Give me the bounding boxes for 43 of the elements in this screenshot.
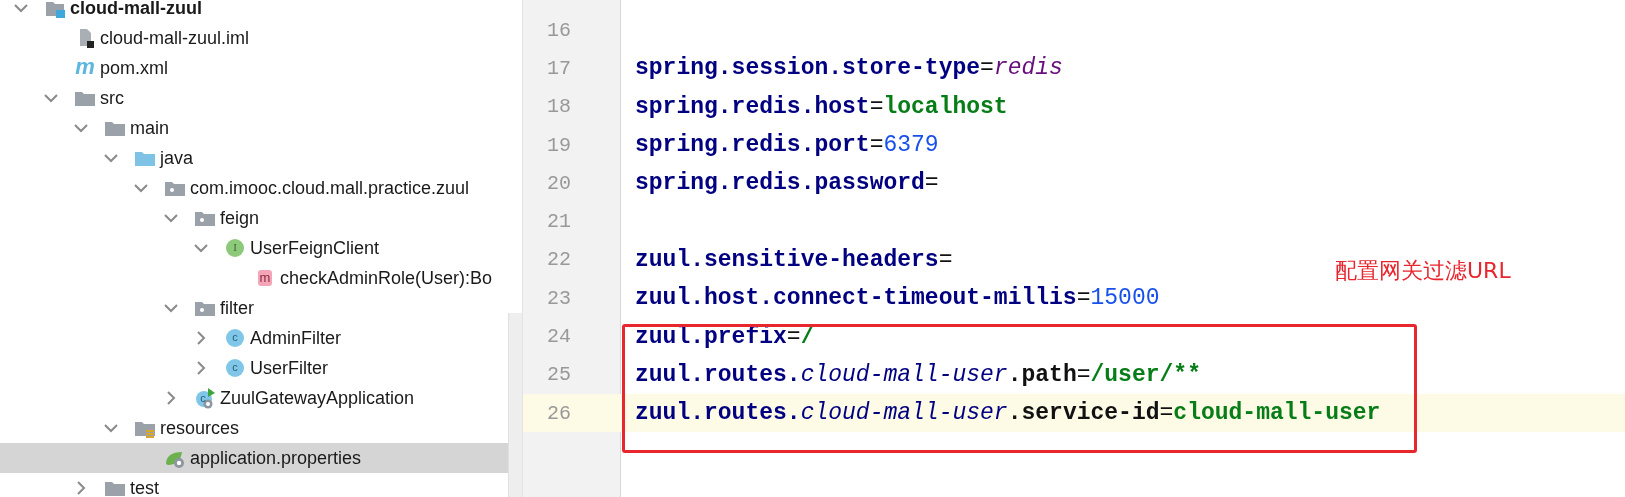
tree-item[interactable]: main <box>0 113 508 143</box>
scrollbar[interactable] <box>508 313 522 497</box>
code-line: spring.redis.password= <box>635 170 939 197</box>
line-number: 17 <box>546 56 571 80</box>
tree-item[interactable]: cloud-mall-zuul.iml <box>0 23 508 53</box>
tree-item[interactable]: m pom.xml <box>0 53 508 83</box>
code-line: spring.redis.port=6379 <box>635 132 939 159</box>
class-icon: c <box>224 357 246 379</box>
tree-item[interactable]: I UserFeignClient <box>0 233 508 263</box>
code-line: zuul.routes.cloud-mall-user.path=/user/** <box>635 361 1201 388</box>
line-number: 18 <box>546 95 571 119</box>
module-folder-icon <box>44 0 66 19</box>
tree-item[interactable]: application.properties <box>0 443 508 473</box>
maven-icon: m <box>74 57 96 79</box>
interface-icon: I <box>224 237 246 259</box>
line-number: 16 <box>546 18 571 42</box>
line-number: 19 <box>546 133 571 157</box>
line-number: 20 <box>546 171 571 195</box>
code-line: zuul.sensitive-headers= <box>635 246 953 273</box>
code-line: zuul.host.connect-timeout-millis=15000 <box>635 285 1160 312</box>
tree-item[interactable]: filter <box>0 293 508 323</box>
tree-item[interactable]: cloud-mall-zuul <box>0 0 508 23</box>
code-line: spring.redis.host=localhost <box>635 93 1008 120</box>
class-icon: c <box>224 327 246 349</box>
line-number: 21 <box>546 210 571 234</box>
code-line: zuul.routes.cloud-mall-user.service-id=cloud-mall-user <box>635 400 1381 427</box>
tree-item[interactable]: java <box>0 143 508 173</box>
line-number: 22 <box>546 248 571 272</box>
tree-item[interactable]: resources <box>0 413 508 443</box>
tree-item[interactable]: test <box>0 473 508 497</box>
annotation-text: 配置网关过滤URL <box>1335 257 1511 285</box>
line-number: 23 <box>546 286 571 310</box>
tree-item[interactable]: c AdminFilter <box>0 323 508 353</box>
tree-item[interactable]: com.imooc.cloud.mall.practice.zuul <box>0 173 508 203</box>
line-number: 25 <box>546 363 571 387</box>
tree-item[interactable]: c ZuulGatewayApplication <box>0 383 508 413</box>
line-number: 26 <box>546 401 571 425</box>
tree-item[interactable]: c UserFilter <box>0 353 508 383</box>
tree-item[interactable]: feign <box>0 203 508 233</box>
tree-item[interactable]: m checkAdminRole(User):Bo <box>0 263 508 293</box>
tree-item[interactable]: src <box>0 83 508 113</box>
code-line: spring.session.store-type=redis <box>635 55 1063 82</box>
line-number: 24 <box>546 325 571 348</box>
